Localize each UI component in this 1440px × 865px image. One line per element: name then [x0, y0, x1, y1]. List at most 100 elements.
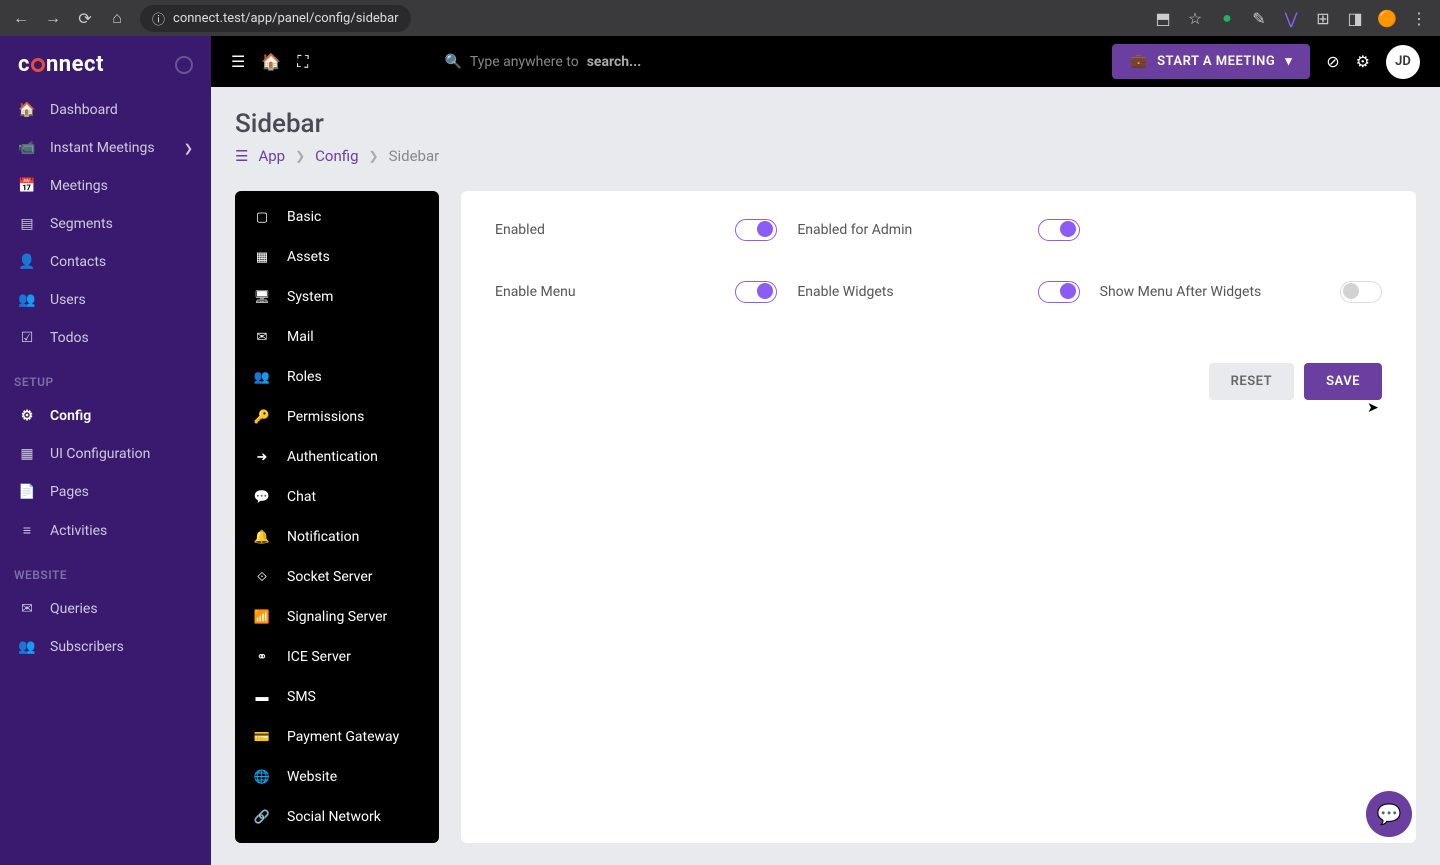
- video-icon: 📹: [18, 140, 36, 156]
- toggle-enabled[interactable]: [735, 219, 777, 241]
- toggle-show-after-widgets[interactable]: [1340, 281, 1382, 303]
- breadcrumb-app[interactable]: App: [258, 147, 285, 165]
- settings-icon[interactable]: ⚙: [1356, 52, 1370, 71]
- config-nav-label: Authentication: [287, 449, 378, 465]
- toggle-enable-menu[interactable]: [735, 281, 777, 303]
- config-nav-socket-server[interactable]: ⟐Socket Server: [235, 557, 439, 597]
- link-icon: ⚭: [253, 650, 271, 665]
- site-info-icon[interactable]: ⓘ: [152, 9, 165, 28]
- breadcrumb-menu-icon[interactable]: ☰: [235, 147, 248, 165]
- config-nav-payment-gateway[interactable]: 💳Payment Gateway: [235, 717, 439, 757]
- config-nav-signaling-server[interactable]: 📶Signaling Server: [235, 597, 439, 637]
- sidebar-item-todos[interactable]: ☑Todos: [0, 319, 211, 357]
- extensions-icon[interactable]: ⊞: [1310, 5, 1336, 31]
- extension-pen-icon[interactable]: ✎: [1246, 5, 1272, 31]
- breadcrumb-config[interactable]: Config: [315, 147, 358, 165]
- toggle-row-enable-menu: Enable Menu: [495, 281, 777, 303]
- user-avatar[interactable]: JD: [1386, 45, 1420, 79]
- sidebar-item-subscribers[interactable]: 👥Subscribers: [0, 628, 211, 666]
- sidebar-collapse-icon[interactable]: [175, 56, 193, 74]
- sidebar-item-contacts[interactable]: 👤Contacts: [0, 243, 211, 281]
- side-panel-icon[interactable]: ◨: [1342, 5, 1368, 31]
- toggle-enable-widgets[interactable]: [1038, 281, 1080, 303]
- address-bar[interactable]: ⓘ connect.test/app/panel/config/sidebar: [140, 5, 411, 32]
- config-nav-label: Roles: [287, 369, 322, 385]
- config-nav-label: SMS: [287, 689, 316, 705]
- fullscreen-icon[interactable]: ⛶: [297, 52, 308, 72]
- config-nav-assets[interactable]: ▦Assets: [235, 237, 439, 277]
- list-icon: ≡: [18, 522, 36, 539]
- users-icon: 👥: [18, 639, 36, 655]
- sidebar-heading-website: WEBSITE: [0, 550, 211, 590]
- logo-pre: c: [18, 52, 30, 77]
- browser-home-icon[interactable]: ⌂: [104, 5, 130, 31]
- config-nav-system[interactable]: 🖥System: [235, 277, 439, 317]
- sidebar-item-users[interactable]: 👥 Users: [0, 281, 211, 319]
- chevron-right-icon: ❯: [369, 149, 379, 163]
- breadcrumb-current: Sidebar: [389, 147, 440, 165]
- browser-install-icon[interactable]: ⬒: [1150, 5, 1176, 31]
- browser-forward-icon[interactable]: →: [40, 5, 66, 31]
- browser-menu-icon[interactable]: ⋮: [1406, 5, 1432, 31]
- chat-icon: 💬: [253, 490, 271, 505]
- sidebar-item-pages[interactable]: 📄Pages: [0, 473, 211, 511]
- app-logo[interactable]: cnnect: [18, 52, 104, 77]
- sidebar-item-segments[interactable]: ▤ Segments: [0, 205, 211, 243]
- sidebar-item-ui-configuration[interactable]: ▦UI Configuration: [0, 435, 211, 473]
- config-nav-roles[interactable]: 👥Roles: [235, 357, 439, 397]
- check-circle-icon[interactable]: ⊘: [1326, 52, 1339, 71]
- config-nav-notification[interactable]: 🔔Notification: [235, 517, 439, 557]
- config-nav-basic[interactable]: ▢Basic: [235, 197, 439, 237]
- browser-reload-icon[interactable]: ⟳: [72, 5, 98, 31]
- global-search[interactable]: 🔍 Type anywhere to search...: [444, 54, 641, 70]
- home-icon: 🏠: [18, 102, 36, 118]
- sidebar-item-meetings[interactable]: 📅Meetings: [0, 167, 211, 205]
- globe-icon: 🌐: [253, 770, 271, 785]
- reset-button[interactable]: RESET: [1209, 363, 1294, 400]
- sidebar-item-activities[interactable]: ≡ Activities: [0, 511, 211, 550]
- sidebar-item-label: Activities: [50, 523, 107, 539]
- chevron-right-icon: ❯: [184, 142, 193, 155]
- config-nav-website[interactable]: 🌐Website: [235, 757, 439, 797]
- toggle-enabled-admin[interactable]: [1038, 219, 1080, 241]
- layout-icon: ▦: [18, 446, 36, 462]
- chat-fab[interactable]: 💬: [1366, 791, 1412, 837]
- menu-icon[interactable]: ☰: [231, 52, 245, 71]
- card-icon: 💳: [253, 730, 271, 745]
- calendar-icon: 📅: [18, 178, 36, 194]
- home-icon[interactable]: 🏠: [261, 52, 281, 71]
- config-nav-social-network[interactable]: 🔗Social Network: [235, 797, 439, 837]
- users-icon: 👥: [18, 292, 36, 308]
- save-button[interactable]: SAVE: [1304, 363, 1382, 400]
- toggle-label: Enable Menu: [495, 284, 576, 300]
- page-icon: 📄: [18, 484, 36, 500]
- config-nav-ice-server[interactable]: ⚭ ICE Server: [235, 637, 439, 677]
- square-icon: ▢: [253, 210, 271, 225]
- browser-back-icon[interactable]: ←: [8, 5, 34, 31]
- grid-icon: ▤: [18, 216, 36, 232]
- sidebar-item-label: Segments: [50, 216, 113, 232]
- settings-card: Enabled Enabled for Admin Enable Menu: [461, 191, 1416, 843]
- config-nav-label: Socket Server: [287, 569, 373, 585]
- extension-green-icon[interactable]: ●: [1214, 5, 1240, 31]
- sidebar-item-dashboard[interactable]: 🏠Dashboard: [0, 91, 211, 129]
- config-nav-label: ICE Server: [287, 649, 351, 665]
- config-nav-permissions[interactable]: 🔑Permissions: [235, 397, 439, 437]
- profile-icon[interactable]: 🟠: [1374, 5, 1400, 31]
- sidebar-item-instant-meetings[interactable]: 📹 Instant Meetings ❯: [0, 129, 211, 167]
- config-nav-chat[interactable]: 💬Chat: [235, 477, 439, 517]
- config-nav-mail[interactable]: ✉Mail: [235, 317, 439, 357]
- extension-v-icon[interactable]: ⋁: [1278, 5, 1304, 31]
- gear-icon: ⚙: [18, 408, 36, 424]
- sidebar-item-label: Users: [50, 292, 86, 308]
- browser-bookmark-icon[interactable]: ☆: [1182, 5, 1208, 31]
- briefcase-icon: 💼: [1130, 54, 1147, 69]
- config-nav-authentication[interactable]: ➜Authentication: [235, 437, 439, 477]
- key-icon: 🔑: [253, 410, 271, 425]
- sidebar-item-config[interactable]: ⚙Config: [0, 397, 211, 435]
- start-meeting-button[interactable]: 💼 START A MEETING ▾: [1112, 44, 1310, 79]
- sidebar-item-queries[interactable]: ✉Queries: [0, 590, 211, 628]
- toggle-row-enabled-admin: Enabled for Admin: [797, 219, 1079, 241]
- config-nav-sms[interactable]: ▬SMS: [235, 677, 439, 717]
- sidebar-item-label: Instant Meetings: [50, 140, 155, 156]
